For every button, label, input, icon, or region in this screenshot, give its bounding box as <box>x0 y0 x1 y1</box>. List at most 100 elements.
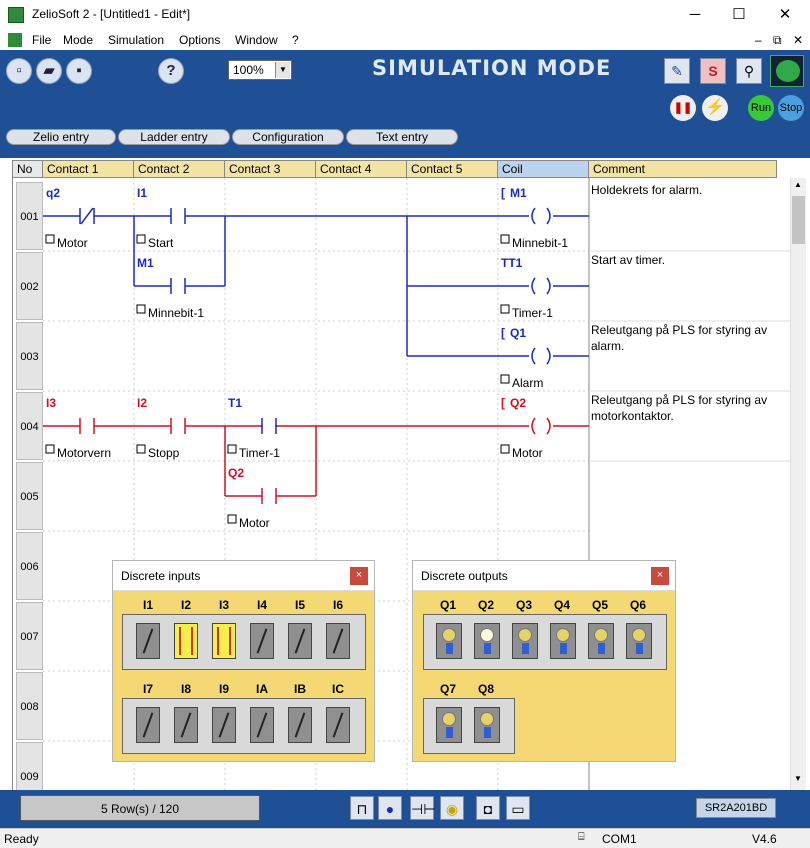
vertical-scrollbar[interactable]: ▲ ▼ <box>790 178 806 790</box>
pause-icon[interactable]: ❚❚ <box>670 95 696 121</box>
lightning-icon[interactable]: ⚡ <box>702 95 728 121</box>
io-label: Q2 <box>477 598 494 612</box>
contact-i1[interactable]: I1 <box>137 186 147 200</box>
coil-label: Motor <box>512 446 543 460</box>
panel-title: Discrete inputs <box>121 569 201 583</box>
contact-label: Motorvern <box>57 446 112 460</box>
input-switch-button[interactable] <box>326 623 350 659</box>
contact-m1[interactable]: M1 <box>137 256 154 270</box>
coil-label: Timer-1 <box>512 306 553 320</box>
io-label: Q5 <box>591 598 608 612</box>
panel-title: Discrete outputs <box>421 569 508 583</box>
io-label: I1 <box>142 598 153 612</box>
tab-ladder-entry[interactable]: Ladder entry <box>118 129 230 145</box>
input-switch-button[interactable] <box>288 623 312 659</box>
contact-icon[interactable]: ⊣⊢ <box>410 796 435 820</box>
contact-i2[interactable]: I2 <box>137 396 147 410</box>
row-comment[interactable]: Holdekrets for alarm. <box>591 182 787 198</box>
coil-bracket: [ <box>501 186 505 200</box>
input-switch-button[interactable] <box>174 623 198 659</box>
app-icon <box>8 7 24 23</box>
row-comment[interactable]: Releutgang på PLS for styring av alarm. <box>591 322 787 354</box>
io-label: I3 <box>218 598 229 612</box>
keyboard-icon[interactable]: ▭ <box>506 796 530 820</box>
panel-header: Discrete inputs × <box>113 561 374 591</box>
scroll-up-icon[interactable]: ▲ <box>794 180 802 189</box>
header-contact3: Contact 3 <box>225 161 316 177</box>
tab-zelio-entry[interactable]: Zelio entry <box>6 129 116 145</box>
contact-i3[interactable]: I3 <box>46 396 56 410</box>
close-icon[interactable]: × <box>651 567 669 585</box>
menu-file[interactable]: File <box>32 33 51 47</box>
status-text: Ready <box>4 832 39 846</box>
io-label: I8 <box>180 682 191 696</box>
input-switch-button[interactable] <box>136 623 160 659</box>
new-file-icon[interactable]: ▫ <box>6 58 32 84</box>
search-icon[interactable]: ⚲ <box>736 58 762 84</box>
coil-bracket: [ <box>501 326 505 340</box>
menu-options[interactable]: Options <box>179 33 220 47</box>
io-label: I7 <box>142 682 153 696</box>
scroll-thumb[interactable] <box>792 196 805 244</box>
menu-simulation[interactable]: Simulation <box>108 33 164 47</box>
s-button[interactable]: S <box>700 58 726 84</box>
mdi-minimize-button[interactable]: – <box>755 33 762 47</box>
input-switch-button[interactable] <box>174 707 198 743</box>
monitor-icon[interactable]: ✎ <box>664 58 690 84</box>
zoom-select[interactable]: 100% ▼ <box>228 60 292 80</box>
ladder-icon[interactable]: ⊓ <box>350 796 374 820</box>
input-switch-button[interactable] <box>326 707 350 743</box>
io-label: Q7 <box>439 682 456 696</box>
menu-help[interactable]: ? <box>292 33 299 47</box>
output-lamp <box>550 623 576 659</box>
record-icon[interactable]: ● <box>378 796 402 820</box>
version-label: V4.6 <box>752 832 777 846</box>
input-switch-button[interactable] <box>136 707 160 743</box>
input-switch-button[interactable] <box>250 707 274 743</box>
row-comment[interactable]: Releutgang på PLS for styring av motorko… <box>591 392 787 424</box>
coil-label: Minnebit-1 <box>512 236 569 250</box>
close-icon[interactable]: × <box>350 567 368 585</box>
tab-configuration[interactable]: Configuration <box>232 129 344 145</box>
input-switch-button[interactable] <box>288 707 312 743</box>
header-contact4: Contact 4 <box>316 161 407 177</box>
lamp-icon[interactable]: ◉ <box>440 796 464 820</box>
coil-q2[interactable]: Q2 <box>510 396 526 410</box>
output-lamp <box>512 623 538 659</box>
coil-bracket: [ <box>501 396 505 410</box>
contact-label: Minnebit-1 <box>148 306 205 320</box>
scroll-down-icon[interactable]: ▼ <box>794 774 802 783</box>
io-label: Q6 <box>629 598 646 612</box>
binoculars-icon[interactable]: ◘ <box>476 796 500 820</box>
coil-q1[interactable]: Q1 <box>510 326 526 340</box>
contact-q2-seal[interactable]: Q2 <box>228 466 244 480</box>
contact-q2[interactable]: q2 <box>46 186 60 200</box>
menu-window[interactable]: Window <box>235 33 278 47</box>
minimize-button[interactable]: ─ <box>672 0 718 30</box>
coil-m1[interactable]: M1 <box>510 186 527 200</box>
contact-label: Start <box>148 236 174 250</box>
open-folder-icon[interactable]: ▰ <box>36 58 62 84</box>
row-comment[interactable]: Start av timer. <box>591 252 787 268</box>
menu-mode[interactable]: Mode <box>63 33 93 47</box>
input-switch-button[interactable] <box>212 623 236 659</box>
mdi-restore-button[interactable]: ⧉ <box>773 33 782 48</box>
help-icon[interactable]: ? <box>158 58 184 84</box>
run-button[interactable]: Run <box>748 95 774 121</box>
maximize-button[interactable]: ☐ <box>716 0 762 30</box>
contact-t1[interactable]: T1 <box>228 396 242 410</box>
close-window-button[interactable]: ✕ <box>762 0 808 30</box>
port-label: COM1 <box>602 832 637 846</box>
coil-tt1[interactable]: TT1 <box>501 256 522 270</box>
save-icon[interactable]: ▪ <box>66 58 92 84</box>
chevron-down-icon[interactable]: ▼ <box>275 62 290 78</box>
stop-button[interactable]: Stop <box>778 95 804 121</box>
zoom-value: 100% <box>233 63 264 77</box>
output-lamp <box>436 623 462 659</box>
input-switch-button[interactable] <box>212 707 236 743</box>
mdi-close-button[interactable]: ✕ <box>793 33 803 47</box>
input-switch-button[interactable] <box>250 623 274 659</box>
output-lamp <box>588 623 614 659</box>
tab-text-entry[interactable]: Text entry <box>346 129 458 145</box>
window-title: ZelioSoft 2 - [Untitled1 - Edit*] <box>32 7 191 21</box>
